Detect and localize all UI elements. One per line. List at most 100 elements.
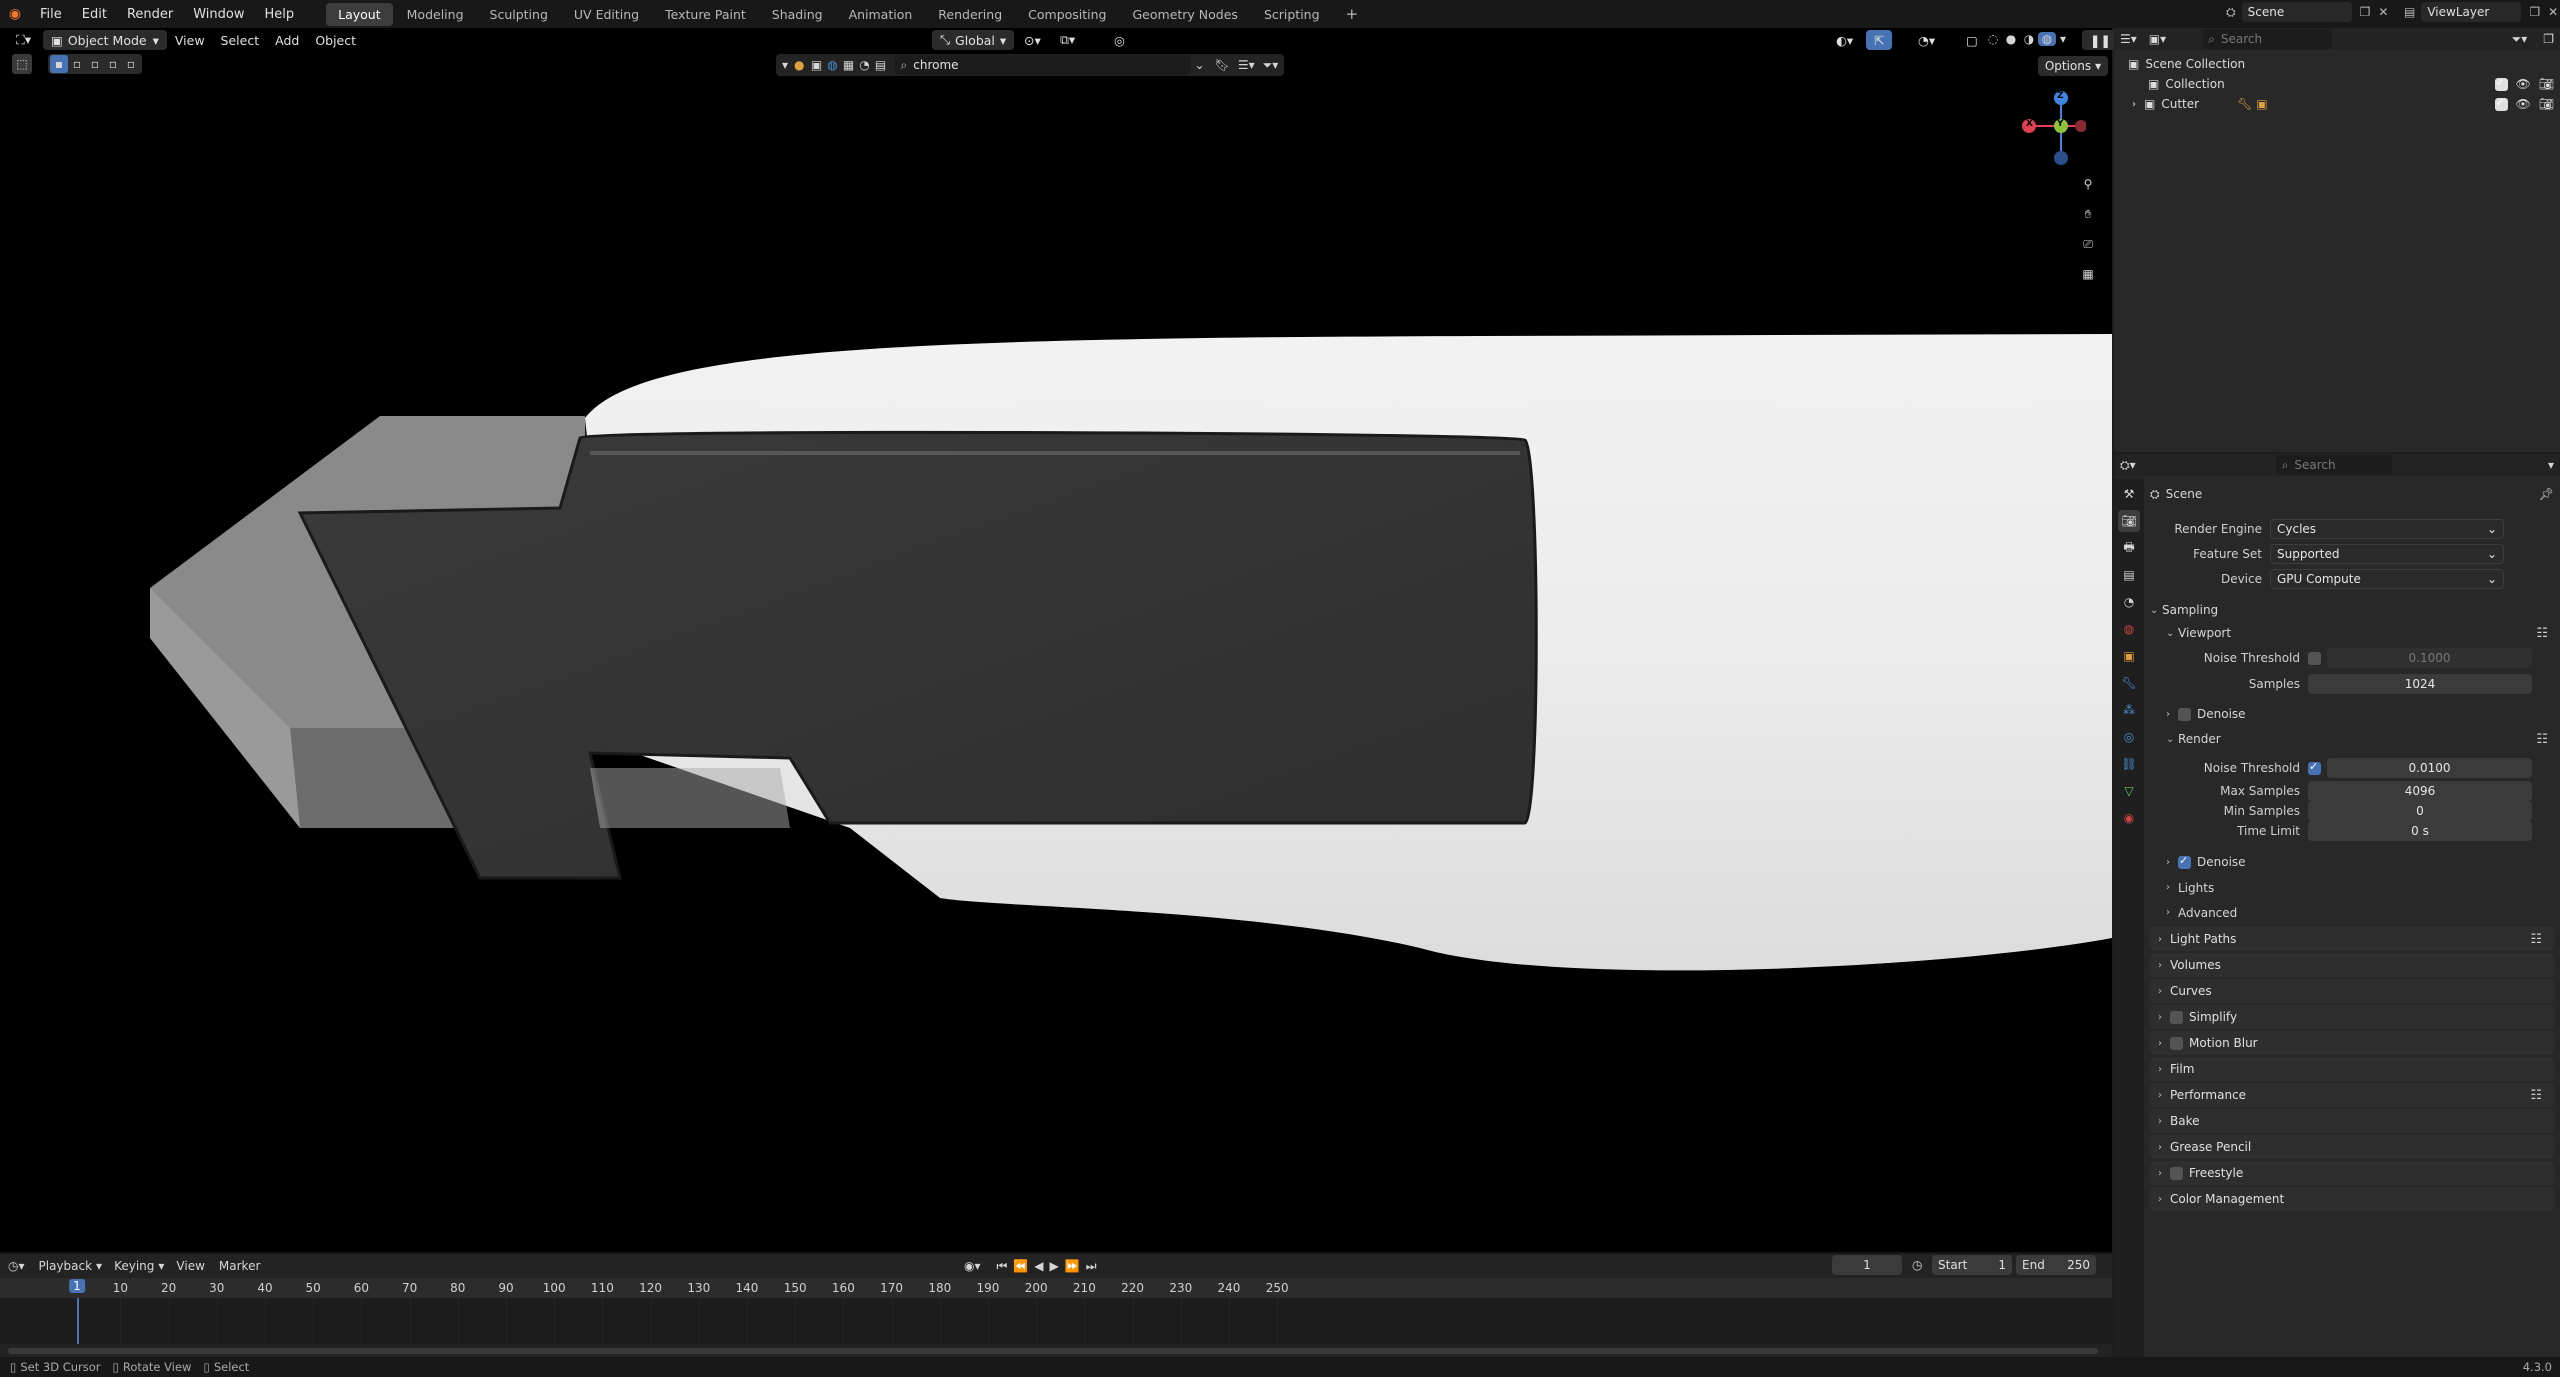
playhead-line[interactable] (77, 1298, 79, 1344)
menu-marker[interactable]: Marker (219, 1259, 260, 1273)
transform-orientation-dropdown[interactable]: ⤡ Global ▾ (932, 30, 1015, 50)
modifier-tab-icon[interactable]: 🔧︎ (2118, 672, 2140, 694)
remove-scene-icon[interactable]: ✕ (2378, 5, 2388, 19)
solid-shading-icon[interactable]: ● (2002, 32, 2020, 46)
exclude-checkbox[interactable] (2494, 76, 2508, 91)
select-extend-icon[interactable]: ▫ (68, 55, 86, 73)
outliner-row-collection[interactable]: ▣ Collection 👁︎ 📷︎ (2114, 74, 2560, 94)
search-options-icon[interactable]: ⌄ (1195, 58, 1205, 72)
filter-texture-icon[interactable]: ▦ (841, 58, 857, 72)
timeline-ruler[interactable]: 1 10 20 30 40 50 60 70 80 90 100 110 120 130 140 150 160… (0, 1278, 2112, 1298)
navigation-gizmo[interactable]: Z X Y (2016, 86, 2087, 170)
vp-denoise-checkbox[interactable] (2178, 707, 2191, 721)
object-tab-icon[interactable]: ▣ (2118, 645, 2140, 667)
advanced-subpanel[interactable]: › Advanced (2150, 900, 2554, 925)
panel-performance[interactable]: › Performance ☷ (2150, 1083, 2554, 1107)
add-workspace-icon[interactable]: + (1334, 1, 1371, 27)
new-scene-icon[interactable]: ❐ (2360, 5, 2371, 19)
outliner-filter-icon[interactable]: ⏷▾ (2512, 32, 2528, 47)
device-dropdown[interactable]: GPU Compute ⌄ (2270, 568, 2504, 589)
menu-object[interactable]: Object (307, 30, 364, 50)
r-noise-threshold-field[interactable]: 0.0100 (2327, 758, 2532, 778)
pan-hand-icon[interactable]: ✋︎ (2078, 204, 2098, 224)
mode-dropdown[interactable]: ▣ Object Mode ▾ (43, 30, 167, 50)
particles-tab-icon[interactable]: ⁂ (2118, 699, 2140, 721)
vp-denoise-subpanel[interactable]: › Denoise (2150, 701, 2554, 727)
select-new-icon[interactable]: ▪ (50, 55, 68, 73)
editor-type-button[interactable]: ⛶▾ (8, 30, 39, 50)
menu-view[interactable]: View (176, 1259, 204, 1273)
options-button[interactable]: Options ▾ (2038, 56, 2108, 76)
menu-help[interactable]: Help (255, 7, 305, 22)
bookmark-icon[interactable]: 🔖︎ (1215, 58, 1230, 72)
pin-icon[interactable]: 📌︎ (2539, 487, 2554, 501)
visibility-icon[interactable]: ◐▾ (1828, 30, 1861, 50)
blender-logo-icon[interactable]: ◉ (0, 6, 30, 22)
panel-light-paths[interactable]: › Light Paths ☷ (2150, 927, 2554, 951)
menu-view[interactable]: View (167, 30, 213, 50)
shading-options-icon[interactable]: ▾ (2060, 32, 2066, 46)
panel-bake[interactable]: › Bake (2150, 1109, 2554, 1133)
scene-field[interactable]: Scene (2241, 2, 2352, 22)
wireframe-shading-icon[interactable]: ◌ (1984, 32, 2002, 46)
eye-icon[interactable]: 👁︎ (2516, 97, 2531, 111)
sampling-panel-header[interactable]: ⌄ Sampling (2150, 599, 2554, 621)
simplify-checkbox[interactable] (2170, 1010, 2183, 1024)
material-tab-icon[interactable]: ◉ (2118, 807, 2140, 829)
panel-curves[interactable]: › Curves (2150, 979, 2554, 1003)
lights-subpanel[interactable]: › Lights (2150, 875, 2554, 900)
select-intersect-icon[interactable]: ▫ (122, 55, 140, 73)
vp-noise-threshold-field[interactable]: 0.1000 (2327, 648, 2532, 668)
scene-tab-icon[interactable]: ◔ (2118, 591, 2140, 613)
panel-motion-blur[interactable]: › Motion Blur (2150, 1031, 2554, 1055)
physics-tab-icon[interactable]: ◎ (2118, 726, 2140, 748)
ortho-grid-icon[interactable]: ▦ (2078, 264, 2098, 284)
panel-freestyle[interactable]: › Freestyle (2150, 1161, 2554, 1185)
current-frame-indicator[interactable]: 1 (69, 1279, 85, 1293)
outliner-row-cutter[interactable]: › ▣ Cutter 🔧︎ ▣ 👁︎ 📷︎ (2114, 94, 2560, 114)
exclude-checkbox[interactable] (2494, 96, 2508, 111)
panel-film[interactable]: › Film (2150, 1057, 2554, 1081)
filter-world-icon[interactable]: ▤ (873, 58, 889, 72)
vp-noise-threshold-checkbox[interactable] (2308, 651, 2321, 665)
menu-edit[interactable]: Edit (72, 7, 117, 22)
tab-sculpting[interactable]: Sculpting (478, 3, 560, 26)
tab-rendering[interactable]: Rendering (926, 3, 1014, 26)
current-frame-field[interactable]: 1 (1832, 1255, 1902, 1275)
filter-mesh-icon[interactable]: ▣ (809, 58, 825, 72)
camera-view-icon[interactable]: ⎚ (2078, 234, 2098, 254)
jump-start-icon[interactable]: ⏮ (997, 1259, 1008, 1274)
panel-color-management[interactable]: › Color Management (2150, 1187, 2554, 1211)
outliner-row-scene-collection[interactable]: ▣ Scene Collection (2114, 54, 2560, 74)
panel-simplify[interactable]: › Simplify (2150, 1005, 2554, 1029)
world-tab-icon[interactable]: ◍ (2118, 618, 2140, 640)
tab-shading[interactable]: Shading (760, 3, 835, 26)
tab-compositing[interactable]: Compositing (1016, 3, 1118, 26)
xray-icon[interactable]: ▢ (1958, 30, 1986, 50)
display-mode-icon[interactable]: ▣▾ (2149, 32, 2166, 46)
menu-file[interactable]: File (30, 7, 72, 22)
render-tab-icon[interactable]: 📷︎ (2118, 510, 2140, 532)
eye-icon[interactable]: 👁︎ (2516, 77, 2531, 91)
viewport-search-input[interactable]: ⌕ chrome (894, 55, 1191, 75)
properties-options-icon[interactable]: ▾ (2548, 458, 2554, 472)
tab-layout[interactable]: Layout (326, 2, 393, 26)
outliner-editor-type-icon[interactable]: ☰▾ (2120, 32, 2137, 46)
sort-icon[interactable]: ☰▾ (1238, 58, 1255, 72)
feature-set-dropdown[interactable]: Supported ⌄ (2270, 543, 2504, 564)
min-samples-field[interactable]: 0 (2308, 801, 2532, 821)
view-layer-field[interactable]: ViewLayer (2421, 2, 2522, 22)
auto-key-icon[interactable]: ◉▾ (964, 1259, 981, 1273)
presets-list-icon[interactable]: ☷ (2536, 732, 2548, 747)
timeline-track-area[interactable] (0, 1298, 2112, 1344)
motion-blur-checkbox[interactable] (2170, 1036, 2183, 1050)
end-frame-field[interactable]: End 250 (2016, 1255, 2096, 1275)
panel-grease-pencil[interactable]: › Grease Pencil (2150, 1135, 2554, 1159)
new-view-layer-icon[interactable]: ❐ (2529, 5, 2540, 19)
new-collection-icon[interactable]: ❐ (2543, 32, 2554, 46)
select-subtract-icon[interactable]: ▫ (86, 55, 104, 73)
select-tool-icon[interactable]: ⬚ (12, 54, 32, 74)
properties-editor-type-icon[interactable]: ⛭▾ (2120, 458, 2136, 473)
zoom-icon[interactable]: ⚲ (2078, 174, 2098, 194)
max-samples-field[interactable]: 4096 (2308, 781, 2532, 801)
